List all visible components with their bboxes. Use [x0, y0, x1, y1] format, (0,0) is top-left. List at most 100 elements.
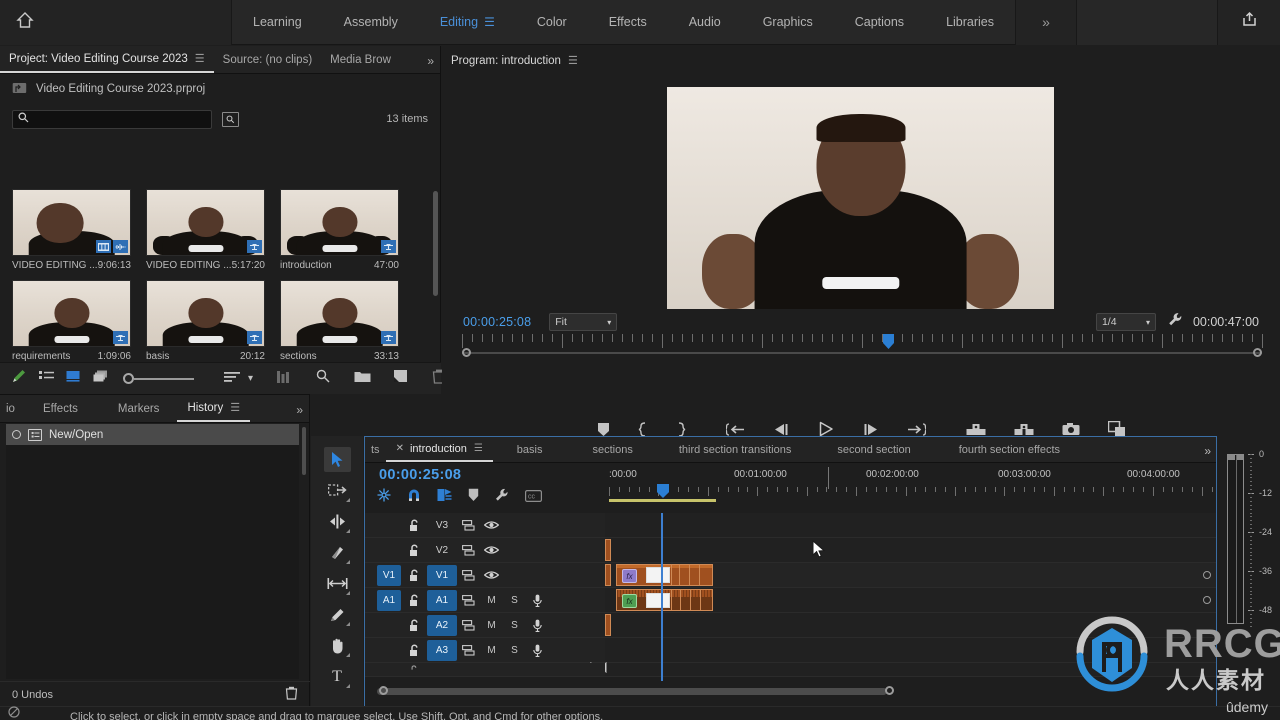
sync-lock-icon-a3[interactable] — [457, 644, 480, 656]
audio-clip[interactable]: fx — [616, 589, 713, 611]
icon-view-icon[interactable] — [66, 370, 81, 388]
tab-audio-partial[interactable]: io — [0, 395, 21, 422]
sync-lock-icon-a1[interactable] — [457, 594, 480, 606]
track-name-a3[interactable]: A3 — [427, 639, 457, 661]
tab-project[interactable]: Project: Video Editing Course 2023 ☰ — [0, 46, 214, 73]
mark-out-icon[interactable] — [676, 421, 686, 437]
track-visibility-icon-v1[interactable] — [480, 570, 503, 580]
mic-icon-a1[interactable] — [526, 594, 549, 607]
list-item[interactable]: sections 33:13 — [280, 280, 399, 362]
track-visibility-icon-v2[interactable] — [480, 545, 503, 555]
selection-tool[interactable] — [323, 447, 351, 472]
timeline-zoom-handle-left[interactable] — [379, 686, 388, 695]
search-input-wrapper[interactable] — [12, 109, 212, 129]
zoom-slider-knob[interactable] — [123, 373, 134, 384]
track-lock-v2[interactable] — [401, 543, 427, 557]
workspace-learning[interactable]: Learning — [232, 0, 323, 45]
track-visibility-icon-v3[interactable] — [480, 520, 503, 530]
playback-resolution-select[interactable]: 1/4 ▾ — [1095, 313, 1156, 331]
workspace-assembly[interactable]: Assembly — [323, 0, 419, 45]
clip-fragment[interactable] — [605, 564, 611, 586]
track-lock-a1[interactable] — [401, 593, 427, 607]
tab-basis[interactable]: basis — [493, 437, 567, 462]
workspace-captions[interactable]: Captions — [834, 0, 925, 45]
sync-lock-icon-v3[interactable] — [457, 519, 480, 531]
sync-lock-icon-v1[interactable] — [457, 569, 480, 581]
export-frame-icon[interactable] — [1062, 422, 1080, 437]
track-name-a2[interactable]: A2 — [427, 614, 457, 636]
sync-lock-icon-a2[interactable] — [457, 619, 480, 631]
workspace-graphics[interactable]: Graphics — [742, 0, 834, 45]
workspace-libraries[interactable]: Libraries — [925, 0, 1015, 45]
track-lock-a3[interactable] — [401, 643, 427, 657]
tool-expand-corner[interactable] — [345, 622, 350, 626]
track-name-v1[interactable]: V1 — [427, 564, 457, 586]
mute-button-a3[interactable]: M — [480, 645, 503, 656]
mark-in-icon[interactable] — [638, 421, 648, 437]
tab-fourth-section-effects[interactable]: fourth section effects — [937, 437, 1082, 462]
workspace-effects[interactable]: Effects — [588, 0, 668, 45]
lift-icon[interactable] — [966, 422, 986, 437]
tool-expand-corner[interactable] — [345, 498, 350, 502]
razor-tool[interactable] — [324, 540, 351, 565]
program-scroll-track[interactable] — [462, 352, 1262, 354]
new-bin-icon[interactable] — [354, 370, 371, 388]
pen-icon[interactable] — [10, 368, 27, 390]
source-patch-a3[interactable] — [377, 640, 401, 661]
clip-thumbnail[interactable] — [146, 280, 265, 347]
history-scrollbar[interactable] — [302, 427, 306, 475]
project-scrollbar[interactable] — [433, 191, 438, 296]
comparison-view-icon[interactable] — [1107, 421, 1126, 437]
program-range-handle-right[interactable] — [1253, 348, 1262, 357]
workspace-color[interactable]: Color — [516, 0, 588, 45]
hand-tool[interactable] — [324, 633, 351, 658]
track-content-v2[interactable] — [605, 538, 1216, 562]
list-item[interactable]: VIDEO EDITING ... 5:17:20 — [146, 189, 265, 271]
tab-media-browser[interactable]: Media Brow — [321, 46, 400, 73]
tab-markers[interactable]: Markers — [100, 395, 178, 422]
clip-fragment[interactable] — [605, 539, 611, 561]
mic-icon-a2[interactable] — [526, 619, 549, 632]
mic-icon-a3[interactable] — [526, 644, 549, 657]
quick-export-button[interactable] — [1218, 0, 1280, 45]
panel-menu-icon[interactable]: ☰ — [230, 401, 240, 414]
project-tabs-overflow[interactable]: » — [427, 54, 434, 68]
pen-tool[interactable] — [324, 602, 351, 627]
list-item[interactable]: VIDEO EDITING ... 9:06:13 — [12, 189, 131, 271]
program-time-ruler[interactable] — [462, 334, 1263, 358]
tab-program[interactable]: Program: introduction ☰ — [442, 47, 587, 74]
zoom-slider[interactable] — [123, 373, 194, 384]
track-content-v3[interactable] — [605, 513, 1216, 537]
track-lock-master[interactable] — [401, 664, 427, 675]
linked-selection-icon[interactable] — [437, 488, 452, 507]
track-content-master[interactable] — [590, 661, 1216, 676]
chevron-down-icon[interactable]: ▾ — [248, 373, 253, 384]
timeline-zoom-handle-right[interactable] — [885, 686, 894, 695]
solo-button-a2[interactable]: S — [503, 620, 526, 631]
track-name-a1[interactable]: A1 — [427, 589, 457, 611]
program-current-time[interactable]: 00:00:25:08 — [463, 315, 531, 329]
trash-icon[interactable] — [285, 686, 298, 703]
tab-sequence-partial[interactable]: ts — [365, 437, 386, 462]
tab-second-section[interactable]: second section — [811, 437, 936, 462]
clip-thumbnail[interactable] — [146, 189, 265, 256]
track-content-a2[interactable] — [605, 613, 1216, 637]
go-to-out-icon[interactable] — [907, 422, 926, 437]
tab-source[interactable]: Source: (no clips) — [214, 46, 321, 73]
timeline-settings-icon[interactable] — [495, 488, 509, 507]
source-patch-a1[interactable]: A1 — [377, 589, 401, 611]
workspace-overflow-button[interactable]: » — [1015, 0, 1077, 45]
mute-button-a2[interactable]: M — [480, 620, 503, 631]
video-clip[interactable]: fx — [616, 564, 713, 586]
solo-button-a1[interactable]: S — [503, 595, 526, 606]
step-forward-icon[interactable] — [862, 422, 879, 437]
source-patch-v3[interactable] — [377, 515, 401, 536]
tab-third-section-transitions[interactable]: third section transitions — [659, 437, 812, 462]
workspace-menu-icon[interactable]: ☰ — [484, 15, 495, 29]
mute-button-a1[interactable]: M — [480, 595, 503, 606]
track-name-v2[interactable]: V2 — [427, 540, 457, 561]
add-marker-icon[interactable] — [597, 422, 610, 437]
freeform-view-icon[interactable] — [93, 370, 109, 388]
source-patch-v1[interactable]: V1 — [377, 564, 401, 586]
solo-button-a3[interactable]: S — [503, 645, 526, 656]
